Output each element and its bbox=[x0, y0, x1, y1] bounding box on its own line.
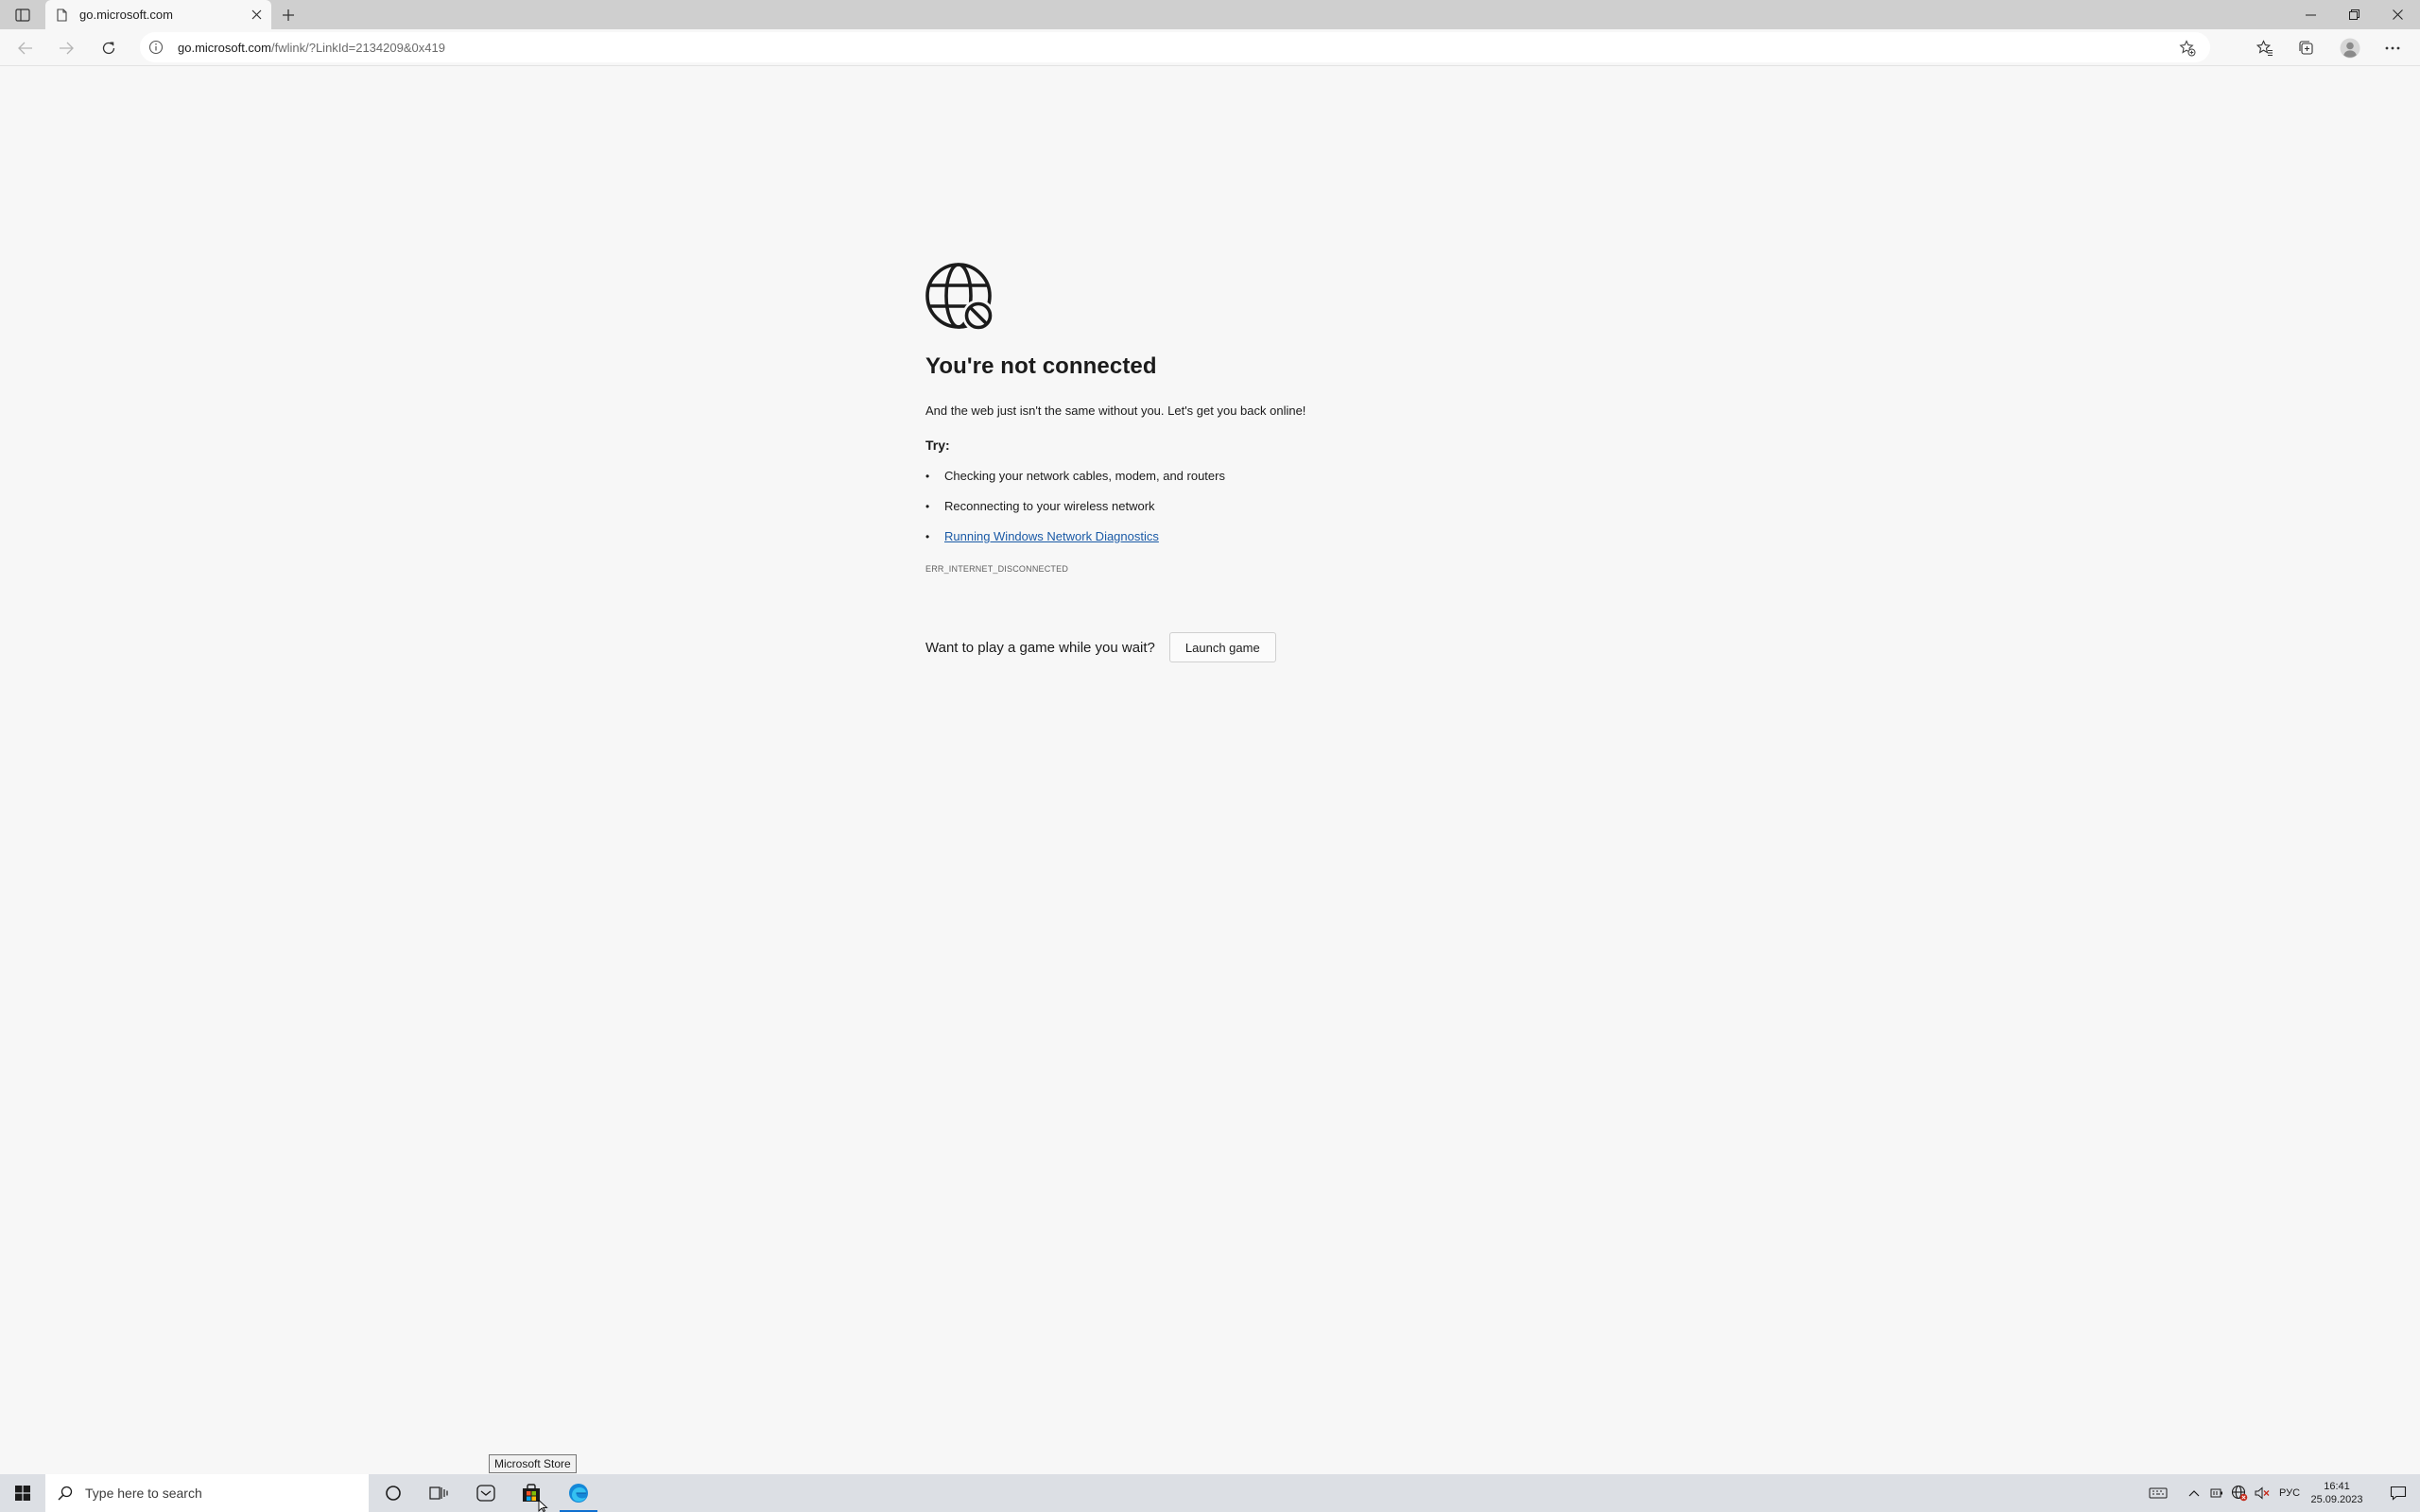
notification-icon bbox=[2390, 1486, 2407, 1501]
profile-avatar-icon bbox=[2340, 38, 2360, 59]
error-page: You're not connected And the web just is… bbox=[925, 263, 1587, 662]
tab-strip: go.microsoft.com bbox=[0, 0, 2420, 29]
restore-icon bbox=[2348, 9, 2360, 20]
mail-app-button[interactable] bbox=[463, 1474, 509, 1512]
forward-button[interactable] bbox=[52, 34, 80, 62]
favorites-button[interactable] bbox=[2251, 34, 2279, 62]
tab-active[interactable]: go.microsoft.com bbox=[45, 0, 271, 29]
tab-actions-icon bbox=[15, 9, 30, 22]
close-window-button[interactable] bbox=[2376, 0, 2419, 29]
power-plug-icon bbox=[2210, 1488, 2222, 1498]
keyboard-tray-button[interactable] bbox=[2146, 1474, 2170, 1512]
star-add-icon bbox=[2179, 40, 2196, 57]
taskbar-search-box[interactable]: Type here to search bbox=[45, 1474, 369, 1512]
clock-time: 16:41 bbox=[2324, 1481, 2350, 1492]
task-view-icon bbox=[429, 1486, 448, 1500]
globe-no-connection-icon bbox=[925, 263, 994, 332]
site-info-icon[interactable] bbox=[147, 39, 164, 56]
collections-icon bbox=[2299, 41, 2313, 55]
game-prompt: Want to play a game while you wait? bbox=[925, 639, 1155, 656]
restore-button[interactable] bbox=[2332, 0, 2376, 29]
launch-game-button[interactable]: Launch game bbox=[1168, 632, 1276, 662]
browser-toolbar: go.microsoft.com/fwlink/?LinkId=2134209&… bbox=[0, 29, 2420, 66]
refresh-button[interactable] bbox=[95, 34, 123, 62]
edge-browser-icon bbox=[569, 1484, 588, 1503]
error-code: ERR_INTERNET_DISCONNECTED bbox=[925, 564, 1069, 574]
tab-actions-button[interactable] bbox=[11, 6, 34, 25]
favorites-icon bbox=[2256, 40, 2273, 56]
task-view-button[interactable] bbox=[416, 1474, 461, 1512]
windows-logo-icon bbox=[15, 1486, 30, 1501]
suggestion-text: Checking your network cables, modem, and… bbox=[944, 469, 1225, 483]
page-favicon-icon bbox=[54, 8, 69, 23]
suggestion-text: Reconnecting to your wireless network bbox=[944, 499, 1155, 513]
more-icon bbox=[2385, 46, 2400, 50]
taskbar: Type here to search РУС 16:41 25.09.2023 bbox=[0, 1474, 2420, 1512]
refresh-icon bbox=[102, 42, 115, 55]
add-favorite-button[interactable] bbox=[2178, 39, 2197, 58]
page-title: You're not connected bbox=[925, 353, 1157, 379]
suggestion-item: Reconnecting to your wireless network bbox=[925, 499, 1587, 529]
minimize-button[interactable] bbox=[2289, 0, 2332, 29]
start-button[interactable] bbox=[0, 1474, 45, 1512]
settings-more-button[interactable] bbox=[2378, 34, 2407, 62]
taskbar-clock[interactable]: 16:41 25.09.2023 bbox=[2303, 1476, 2371, 1510]
plus-icon bbox=[283, 9, 294, 21]
input-language-button[interactable]: РУС bbox=[2275, 1474, 2304, 1512]
suggestion-item: Running Windows Network Diagnostics bbox=[925, 529, 1587, 559]
arrow-right-icon bbox=[60, 42, 74, 55]
arrow-left-icon bbox=[18, 42, 32, 55]
network-disconnected-icon bbox=[2231, 1485, 2248, 1502]
mouse-cursor-icon bbox=[538, 1500, 548, 1512]
close-icon bbox=[2392, 9, 2403, 20]
collections-button[interactable] bbox=[2292, 34, 2321, 62]
volume-muted-icon bbox=[2255, 1486, 2270, 1500]
minimize-icon bbox=[2305, 14, 2316, 16]
suggestion-list: Checking your network cables, modem, and… bbox=[925, 469, 1587, 559]
chevron-up-icon bbox=[2188, 1490, 2200, 1497]
tab-close-button[interactable] bbox=[244, 3, 268, 27]
page-subtitle: And the web just isn't the same without … bbox=[925, 404, 1306, 418]
volume-tray-button[interactable] bbox=[2252, 1474, 2273, 1512]
battery-tray-button[interactable] bbox=[2206, 1474, 2227, 1512]
show-hidden-icons-button[interactable] bbox=[2183, 1474, 2205, 1512]
action-center-button[interactable] bbox=[2377, 1474, 2420, 1512]
search-placeholder: Type here to search bbox=[85, 1486, 202, 1501]
clock-date: 25.09.2023 bbox=[2310, 1494, 2363, 1505]
language-indicator: РУС bbox=[2278, 1487, 2301, 1499]
taskbar-tooltip: Microsoft Store bbox=[489, 1454, 577, 1473]
keyboard-icon bbox=[2149, 1487, 2168, 1499]
edge-taskbar-button[interactable] bbox=[556, 1474, 601, 1512]
suggestion-item: Checking your network cables, modem, and… bbox=[925, 469, 1587, 499]
new-tab-button[interactable] bbox=[276, 3, 301, 27]
cortana-icon bbox=[386, 1486, 401, 1501]
address-bar[interactable]: go.microsoft.com/fwlink/?LinkId=2134209&… bbox=[140, 32, 2210, 62]
network-diagnostics-link[interactable]: Running Windows Network Diagnostics bbox=[944, 529, 1159, 543]
search-icon bbox=[57, 1485, 74, 1502]
try-label: Try: bbox=[925, 438, 950, 453]
back-button[interactable] bbox=[11, 34, 40, 62]
address-path: /fwlink/?LinkId=2134209&0x419 bbox=[270, 40, 445, 55]
profile-button[interactable] bbox=[2336, 34, 2364, 62]
game-row: Want to play a game while you wait? Laun… bbox=[925, 632, 1587, 662]
network-tray-button[interactable] bbox=[2228, 1474, 2251, 1512]
tab-title: go.microsoft.com bbox=[79, 8, 173, 22]
address-host: go.microsoft.com bbox=[178, 40, 271, 55]
mail-clock-icon bbox=[476, 1485, 495, 1502]
close-icon bbox=[251, 9, 261, 20]
cortana-button[interactable] bbox=[371, 1474, 416, 1512]
address-url: go.microsoft.com/fwlink/?LinkId=2134209&… bbox=[178, 41, 445, 55]
